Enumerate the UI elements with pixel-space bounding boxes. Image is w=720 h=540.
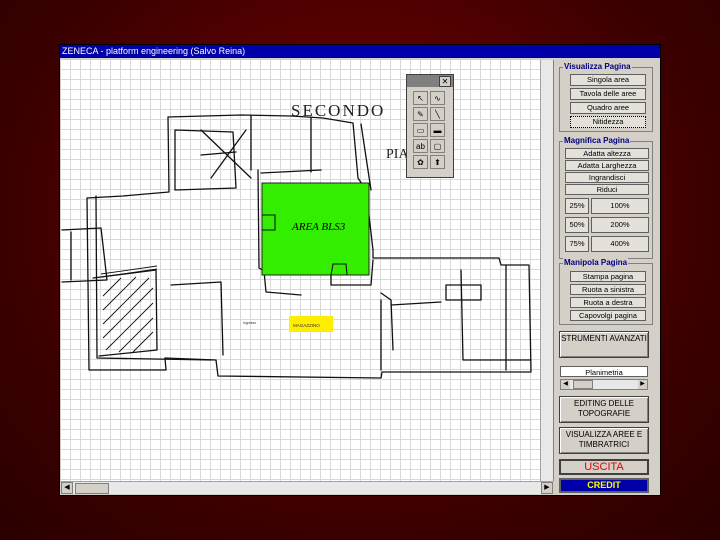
window-title: ZENECA - platform engineering (Salvo Rei…	[60, 45, 660, 58]
zoom-200-button[interactable]: 200%	[591, 217, 649, 233]
nitidezza-button[interactable]: Nitidezza	[570, 116, 646, 128]
page-selector[interactable]: Planimetria	[560, 366, 648, 377]
highlighter-icon[interactable]: ✎	[413, 107, 428, 121]
selector-right-icon[interactable]: ▶	[638, 380, 647, 389]
floorplan-drawing: MAGAZZINO ingresso AREA BLS3 SECONDO PIA…	[61, 101, 532, 379]
horizontal-scrollbar[interactable]: ◀ ▶	[61, 481, 553, 494]
editing-topografie-button[interactable]: EDITING DELLE TOPOGRAFIE	[559, 396, 649, 423]
visualizza-aree-button[interactable]: VISUALIZZA AREE E TIMBRATRICI	[559, 427, 649, 454]
adatta-larghezza-button[interactable]: Adatta Larghezza	[565, 160, 649, 171]
stamp-icon[interactable]: ⬆	[430, 155, 445, 169]
drawing-toolbox[interactable]: ✕ ↖ ∿ ✎ ╲ ▭ ▬ ab ▢ ✿ ⬆	[406, 74, 454, 178]
note-icon[interactable]: ▢	[430, 139, 445, 153]
ingresso-label: ingresso	[243, 321, 256, 325]
zoom-25-button[interactable]: 25%	[565, 198, 589, 214]
selector-thumb[interactable]	[573, 380, 593, 389]
uscita-button[interactable]: USCITA	[559, 459, 649, 475]
selector-scrollbar[interactable]: ◀ ▶	[560, 379, 648, 390]
group-title-visualizza: Visualizza Pagina	[563, 62, 632, 71]
freehand-icon[interactable]: ∿	[430, 91, 445, 105]
ruota-destra-button[interactable]: Ruota a destra	[570, 297, 646, 308]
rectangle-filled-icon[interactable]: ▬	[430, 123, 445, 137]
ruota-sinistra-button[interactable]: Ruota a sinistra	[570, 284, 646, 295]
toolbox-titlebar[interactable]: ✕	[407, 75, 453, 87]
ingrandisci-button[interactable]: Ingrandisci	[565, 172, 649, 183]
riduci-button[interactable]: Riduci	[565, 184, 649, 195]
close-icon[interactable]: ✕	[439, 76, 451, 87]
tavola-aree-button[interactable]: Tavola delle aree	[570, 88, 646, 100]
app-window: ZENECA - platform engineering (Salvo Rei…	[60, 45, 660, 495]
control-panel: Visualizza Pagina Singola area Tavola de…	[555, 60, 659, 493]
zoom-400-button[interactable]: 400%	[591, 236, 649, 252]
rectangle-outline-icon[interactable]: ▭	[413, 123, 428, 137]
line-icon[interactable]: ╲	[430, 107, 445, 121]
area-label: AREA BLS3	[291, 221, 346, 233]
zoom-100-button[interactable]: 100%	[591, 198, 649, 214]
handwritten-title-line1: SECONDO	[291, 101, 385, 120]
floorplan-canvas[interactable]: MAGAZZINO ingresso AREA BLS3 SECONDO PIA…	[61, 60, 554, 481]
group-magnifica: Magnifica Pagina Adatta altezza Adatta L…	[559, 136, 653, 259]
selector-left-icon[interactable]: ◀	[561, 380, 570, 389]
scroll-right-icon[interactable]: ▶	[541, 482, 553, 494]
zoom-75-button[interactable]: 75%	[565, 236, 589, 252]
group-visualizza: Visualizza Pagina Singola area Tavola de…	[559, 62, 653, 132]
quadro-aree-button[interactable]: Quadro aree	[570, 102, 646, 114]
image-stamp-icon[interactable]: ✿	[413, 155, 428, 169]
adatta-altezza-button[interactable]: Adatta altezza	[565, 148, 649, 159]
scroll-left-icon[interactable]: ◀	[61, 482, 73, 494]
capovolgi-pagina-button[interactable]: Capovolgi pagina	[570, 310, 646, 321]
group-title-magnifica: Magnifica Pagina	[563, 136, 631, 145]
text-tool-icon[interactable]: ab	[413, 139, 428, 153]
vertical-scrollbar[interactable]	[540, 60, 553, 481]
credit-button[interactable]: CREDIT	[559, 478, 649, 493]
group-title-manipola: Manipola Pagina	[563, 258, 629, 267]
singola-area-button[interactable]: Singola area	[570, 74, 646, 86]
pointer-icon[interactable]: ↖	[413, 91, 428, 105]
scroll-thumb[interactable]	[75, 483, 109, 494]
group-manipola: Manipola Pagina Stampa pagina Ruota a si…	[559, 258, 653, 325]
magazzino-label: MAGAZZINO	[293, 323, 320, 328]
stampa-pagina-button[interactable]: Stampa pagina	[570, 271, 646, 282]
zoom-50-button[interactable]: 50%	[565, 217, 589, 233]
strumenti-avanzati-button[interactable]: STRUMENTI AVANZATI	[559, 331, 649, 358]
